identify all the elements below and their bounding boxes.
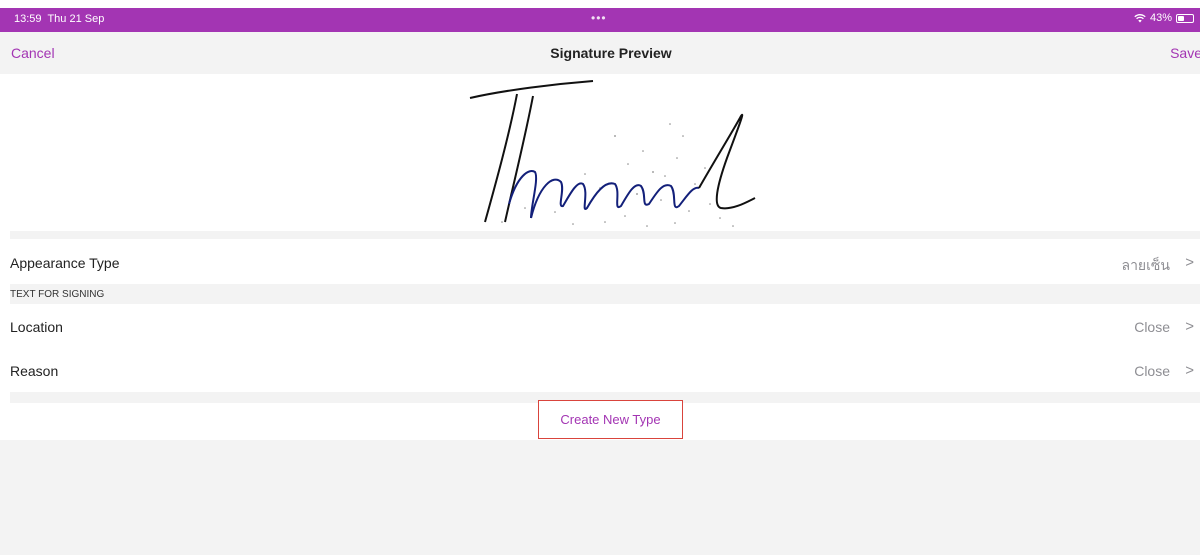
- status-time: 13:59 Thu 21 Sep: [14, 13, 104, 25]
- chevron-right-icon: >: [1185, 318, 1194, 335]
- section-header: TEXT FOR SIGNING: [10, 284, 1200, 304]
- chevron-right-icon: >: [1185, 254, 1194, 271]
- chevron-right-icon: >: [1185, 362, 1194, 379]
- status-bar: 13:59 Thu 21 Sep ••• 43%: [0, 8, 1200, 32]
- section-header-text: TEXT FOR SIGNING: [10, 289, 105, 300]
- signature-image: [469, 80, 756, 227]
- save-button[interactable]: Save: [1170, 45, 1200, 61]
- battery-percent: 43%: [1149, 12, 1172, 24]
- signature-preview: [0, 74, 1200, 231]
- battery-icon: [1176, 13, 1194, 23]
- reason-value: Close: [1134, 363, 1170, 379]
- appearance-type-value: ลายเซ็น: [1121, 257, 1170, 273]
- multitasking-dots[interactable]: •••: [591, 11, 607, 25]
- create-type-row: Create New Type: [10, 400, 1200, 440]
- appearance-type-row[interactable]: Appearance Type ลายเซ็น >: [10, 239, 1200, 284]
- create-new-type-button[interactable]: Create New Type: [538, 400, 683, 439]
- location-label: Location: [10, 319, 63, 335]
- page-title: Signature Preview: [550, 45, 672, 61]
- top-strip: [0, 0, 1200, 8]
- appearance-type-label: Appearance Type: [10, 255, 120, 271]
- status-date: Thu 21 Sep: [47, 13, 105, 25]
- wifi-icon: [1134, 14, 1146, 23]
- separator-band: [10, 231, 1200, 239]
- reason-label: Reason: [10, 363, 59, 379]
- navigation-bar: Cancel Signature Preview Save: [0, 32, 1200, 74]
- empty-background: [0, 440, 1200, 555]
- status-indicators: 43%: [1134, 12, 1194, 24]
- location-value: Close: [1134, 319, 1170, 335]
- status-clock: 13:59: [14, 13, 42, 25]
- reason-row[interactable]: Reason Close >: [10, 348, 1200, 392]
- battery-level: [1178, 15, 1184, 21]
- location-row[interactable]: Location Close >: [10, 304, 1200, 348]
